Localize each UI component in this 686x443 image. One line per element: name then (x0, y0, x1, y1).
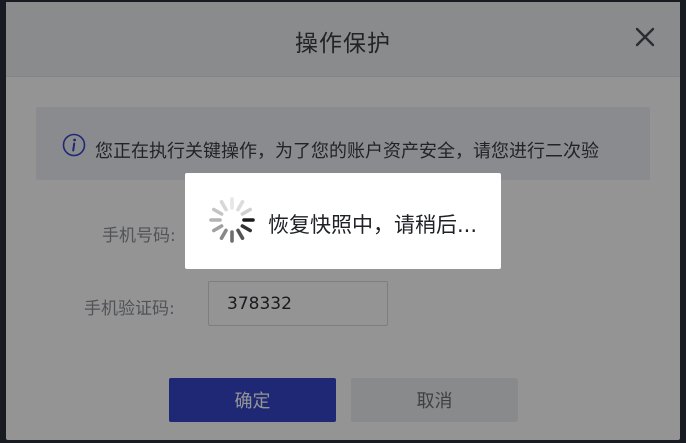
loading-toast: 恢复快照中，请稍后... (185, 173, 501, 269)
loading-text: 恢复快照中，请稍后... (268, 213, 478, 237)
spinner-icon (209, 197, 255, 243)
screen: 操作保护 您正在执行关键操作，为了您的账户资产安全，请您进行二次验 手机号码: … (0, 0, 686, 443)
